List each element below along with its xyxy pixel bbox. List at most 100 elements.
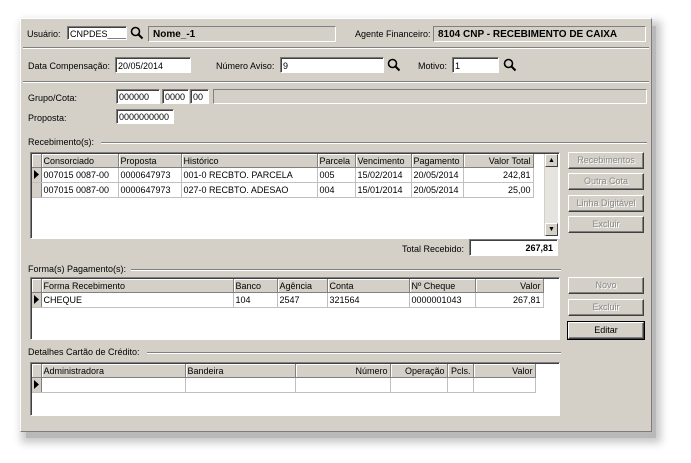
table-cell: 20/05/2014 xyxy=(411,182,464,198)
column-header[interactable]: Parcela xyxy=(317,154,356,168)
column-header[interactable]: Valor xyxy=(475,279,544,293)
search-icon[interactable] xyxy=(130,26,144,40)
agente-display: 8104 CNP - RECEBIMENTO DE CAIXA xyxy=(433,26,646,42)
scroll-down-icon[interactable]: ▼ xyxy=(545,223,558,236)
column-header[interactable]: Valor xyxy=(473,364,536,378)
table-cell: 004 xyxy=(317,182,356,198)
table-cell xyxy=(41,377,186,393)
numero-aviso-field[interactable]: 9 xyxy=(280,57,384,73)
table-cell xyxy=(447,377,474,393)
table-cell: 15/01/2014 xyxy=(355,182,412,198)
table-cell: 007015 0087-00 xyxy=(41,182,119,198)
table-row[interactable]: 007015 0087-00 0000647973 027-0 RECBTO. … xyxy=(32,182,534,198)
indicator-header xyxy=(32,364,42,378)
table-cell: 15/02/2014 xyxy=(355,167,412,183)
column-header[interactable]: Pagamento xyxy=(411,154,464,168)
row-indicator-cell xyxy=(32,182,42,198)
cartao-section-label: Detalhes Cartão de Crédito: xyxy=(28,347,140,357)
separator xyxy=(101,142,647,144)
row-indicator-icon xyxy=(32,377,42,393)
recebimentos-section-label: Recebimento(s): xyxy=(28,137,95,147)
grupo-field[interactable]: 000000 xyxy=(116,89,160,104)
cota-field[interactable]: 0000 xyxy=(162,89,189,104)
column-header[interactable]: Banco xyxy=(233,279,278,293)
table-cell: 001-0 RECBTO. PARCELA xyxy=(181,167,318,183)
nome-display: Nome_-1 xyxy=(148,26,336,42)
usuario-label: Usuário: xyxy=(27,29,61,39)
column-header[interactable]: Número xyxy=(295,364,391,378)
linha-digitavel-button[interactable]: Linha Digitável xyxy=(568,195,644,212)
recebimento-window: Usuário: CNPDES____ Nome_-1 Agente Finan… xyxy=(20,18,652,432)
table-header-row: Consorciado Proposta Histórico Parcela V… xyxy=(32,154,534,168)
column-header[interactable]: Histórico xyxy=(181,154,318,168)
recebimentos-button[interactable]: Recebimentos xyxy=(568,152,644,169)
table-cell: 267,81 xyxy=(475,292,544,308)
pagamentos-grid[interactable]: Forma Recebimento Banco Agência Conta Nº… xyxy=(30,277,560,340)
excluir-pagamento-button[interactable]: Excluir xyxy=(568,299,644,316)
table-cell: 2547 xyxy=(277,292,328,308)
column-header[interactable]: Administradora xyxy=(41,364,186,378)
motivo-field[interactable]: 1 xyxy=(452,57,499,73)
table-header-row: Administradora Bandeira Número Operação … xyxy=(32,364,536,378)
table-cell: 25,00 xyxy=(463,182,534,198)
column-header[interactable]: Pcls. xyxy=(447,364,474,378)
row-indicator-icon xyxy=(32,167,42,183)
separator xyxy=(23,81,649,83)
column-header[interactable]: Consorciado xyxy=(41,154,119,168)
column-header[interactable]: Agência xyxy=(277,279,328,293)
table-cell: 104 xyxy=(233,292,278,308)
cartao-table: Administradora Bandeira Número Operação … xyxy=(32,364,536,393)
column-header[interactable]: Valor Total xyxy=(463,154,534,168)
editar-button[interactable]: Editar xyxy=(567,321,645,340)
table-cell: 242,81 xyxy=(463,167,534,183)
table-cell: 0000001043 xyxy=(409,292,476,308)
separator xyxy=(23,47,649,49)
table-row[interactable] xyxy=(32,377,536,393)
pagamentos-section-label: Forma(s) Pagamento(s): xyxy=(28,264,127,274)
digito-field[interactable]: 00 xyxy=(190,89,209,104)
separator xyxy=(147,352,561,354)
row-indicator-icon xyxy=(32,292,42,308)
table-cell: CHEQUE xyxy=(41,292,234,308)
search-icon[interactable] xyxy=(503,58,517,72)
table-cell: 321564 xyxy=(327,292,410,308)
table-cell: 0000647973 xyxy=(118,182,182,198)
novo-button[interactable]: Novo xyxy=(568,277,644,294)
scroll-up-icon[interactable]: ▲ xyxy=(545,154,558,167)
table-row[interactable]: 007015 0087-00 0000647973 001-0 RECBTO. … xyxy=(32,167,534,183)
column-header[interactable]: Vencimento xyxy=(355,154,412,168)
column-header[interactable]: Operação xyxy=(390,364,448,378)
usuario-field[interactable]: CNPDES____ xyxy=(67,26,127,40)
table-header-row: Forma Recebimento Banco Agência Conta Nº… xyxy=(32,279,544,293)
table-cell xyxy=(185,377,296,393)
pagamentos-table: Forma Recebimento Banco Agência Conta Nº… xyxy=(32,279,544,308)
excluir-recebimento-button[interactable]: Excluir xyxy=(568,216,644,233)
table-cell: 005 xyxy=(317,167,356,183)
table-row[interactable]: CHEQUE 104 2547 321564 0000001043 267,81 xyxy=(32,292,544,308)
data-compensacao-label: Data Compensação: xyxy=(28,61,111,71)
column-header[interactable]: Proposta xyxy=(118,154,182,168)
column-header[interactable]: Forma Recebimento xyxy=(41,279,234,293)
recebimentos-scrollbar[interactable]: ▲ ▼ xyxy=(544,154,558,236)
search-icon[interactable] xyxy=(387,58,401,72)
table-cell: 0000647973 xyxy=(118,167,182,183)
grupo-descricao-display xyxy=(213,89,647,104)
recebimentos-grid[interactable]: Consorciado Proposta Histórico Parcela V… xyxy=(30,152,560,239)
indicator-header xyxy=(32,279,42,293)
separator xyxy=(131,269,561,271)
column-header[interactable]: Nº Cheque xyxy=(409,279,476,293)
column-header[interactable]: Bandeira xyxy=(185,364,296,378)
motivo-label: Motivo: xyxy=(418,61,448,71)
outra-cota-button[interactable]: Outra Cota xyxy=(568,173,644,190)
cartao-grid[interactable]: Administradora Bandeira Número Operação … xyxy=(30,362,560,416)
agente-label: Agente Financeiro: xyxy=(355,29,431,39)
table-cell: 027-0 RECBTO. ADESAO xyxy=(181,182,318,198)
table-cell: 20/05/2014 xyxy=(411,167,464,183)
data-compensacao-field[interactable]: 20/05/2014 xyxy=(115,57,191,73)
total-recebido-field: 267,81 xyxy=(469,239,558,256)
indicator-header xyxy=(32,154,42,168)
recebimentos-table: Consorciado Proposta Histórico Parcela V… xyxy=(32,154,534,198)
table-cell xyxy=(390,377,448,393)
column-header[interactable]: Conta xyxy=(327,279,410,293)
proposta-field[interactable]: 0000000000 xyxy=(116,109,174,124)
